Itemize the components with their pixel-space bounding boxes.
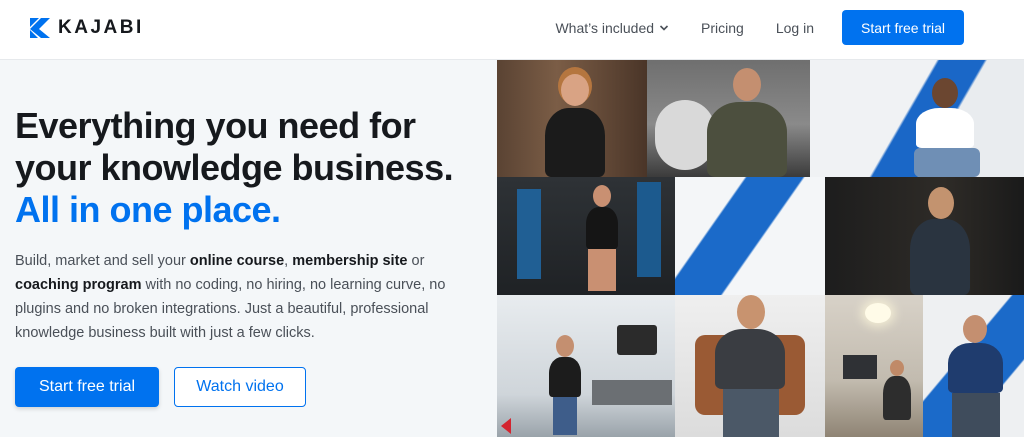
hero-headline: Everything you need for your knowledge b… xyxy=(15,105,454,231)
header-start-trial-button[interactable]: Start free trial xyxy=(842,10,964,45)
watch-video-button[interactable]: Watch video xyxy=(174,367,306,407)
nav-whats-included-label: What’s included xyxy=(555,19,655,36)
hero-start-trial-button[interactable]: Start free trial xyxy=(15,367,159,407)
kajabi-logo[interactable]: KAJABI xyxy=(30,17,144,39)
desc-coaching-program: coaching program xyxy=(15,277,142,293)
headline-accent: All in one place. xyxy=(15,189,281,230)
desc-online-course: online course xyxy=(189,253,285,269)
photo-woman-studio-set xyxy=(497,295,675,437)
customer-photo-collage xyxy=(497,60,1024,437)
headline-line-2: your knowledge business. xyxy=(15,147,454,188)
photo-man-blue-wall xyxy=(810,60,1024,177)
kajabi-k-logo-icon xyxy=(30,18,50,38)
desc-membership-site: membership site xyxy=(292,253,408,269)
photo-man-motorcycle xyxy=(647,60,810,177)
photo-woman-office xyxy=(825,295,923,437)
photo-man-dark-studio xyxy=(825,177,1024,295)
desc-text-3: or xyxy=(407,253,425,269)
photo-man-blue-accent xyxy=(923,295,1024,437)
nav-pricing-link[interactable]: Pricing xyxy=(701,20,744,36)
hero-section: Everything you need for your knowledge b… xyxy=(0,60,497,437)
site-header: KAJABI What’s included Pricing Log in St… xyxy=(0,0,1024,60)
photo-woman-wood-wall xyxy=(497,60,647,177)
nav-login-link[interactable]: Log in xyxy=(776,20,814,36)
nav-whats-included[interactable]: What’s included xyxy=(555,20,669,36)
photo-man-armchair xyxy=(675,295,825,437)
photo-brand-wall xyxy=(675,177,825,295)
chevron-down-icon xyxy=(659,24,669,31)
logo-wordmark: KAJABI xyxy=(58,17,144,38)
main-nav: What’s included Pricing Log in Start fre… xyxy=(555,10,964,45)
desc-text-1: Build, market and sell your xyxy=(15,253,190,269)
hero-description: Build, market and sell your online cours… xyxy=(15,249,475,345)
headline-line-1: Everything you need for xyxy=(15,105,416,146)
photo-woman-gym xyxy=(497,177,675,295)
